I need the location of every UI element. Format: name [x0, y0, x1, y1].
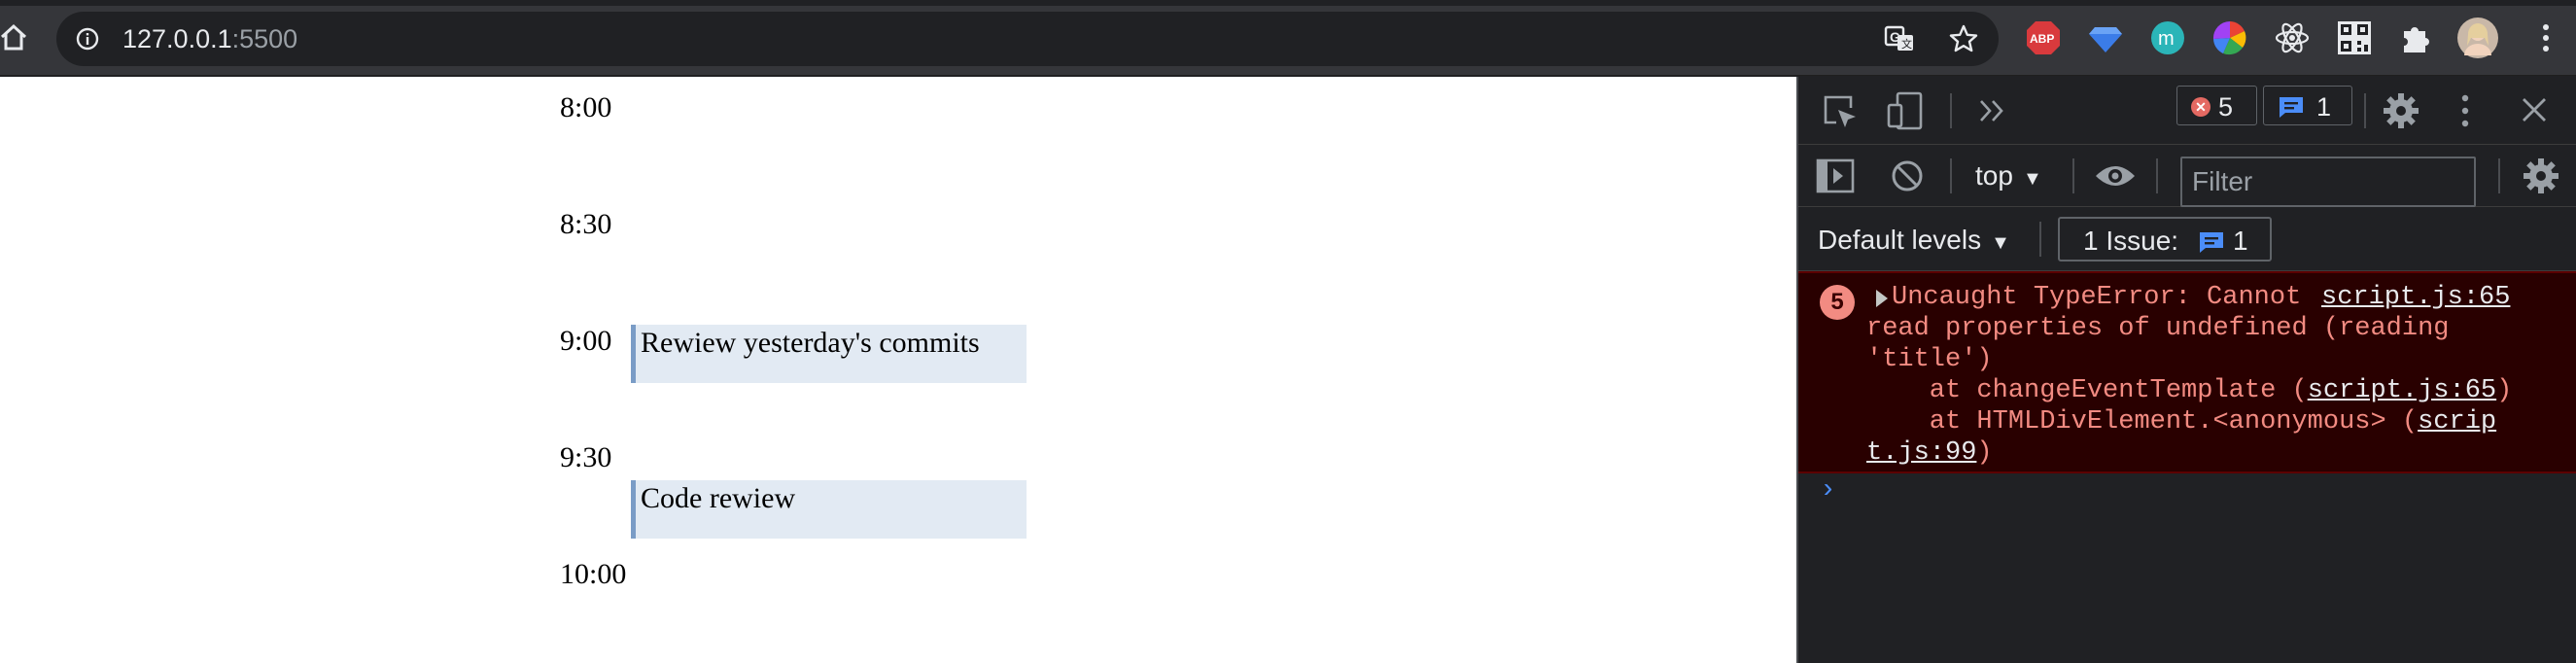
time-label: 8:00 — [560, 91, 612, 123]
error-text-line: Uncaught TypeError: Cannot — [1892, 283, 2302, 312]
m-extension-icon[interactable]: m — [2149, 19, 2186, 56]
calendar-event[interactable]: Rewiew yesterday's commits — [631, 325, 1027, 383]
message-count-badge[interactable]: 1 — [2263, 86, 2352, 125]
levels-label: Default levels — [1818, 225, 1982, 255]
svg-text:ABP: ABP — [2030, 32, 2054, 46]
toolbar-separator — [2072, 158, 2074, 193]
inspect-element-icon[interactable] — [1822, 93, 1859, 135]
issues-count: 1 — [2233, 226, 2248, 256]
svg-text:m: m — [2158, 28, 2175, 50]
settings-gear-icon[interactable] — [2382, 91, 2420, 135]
toolbar-separator — [2156, 158, 2158, 193]
home-icon[interactable] — [0, 19, 29, 56]
toolbar-separator — [2364, 93, 2366, 128]
address-bar[interactable]: 127.0.0.1:5500 G文 — [56, 12, 1999, 66]
translate-icon[interactable]: G文 — [1884, 23, 1915, 54]
log-levels-dropdown[interactable]: Default levels ▼ — [1818, 225, 2010, 256]
time-label: 9:30 — [560, 441, 612, 473]
issues-button[interactable]: 1 Issue: 1 — [2058, 217, 2272, 262]
device-toolbar-icon[interactable] — [1886, 91, 1925, 135]
chevron-down-icon: ▼ — [1991, 232, 2010, 254]
site-info-icon[interactable] — [76, 27, 99, 51]
toolbar-separator — [1950, 93, 1952, 128]
time-label: 8:30 — [560, 208, 612, 240]
message-icon — [2278, 95, 2305, 123]
url-port: :5500 — [231, 24, 298, 53]
filter-input[interactable] — [2192, 166, 2464, 197]
expand-triangle-icon[interactable] — [1876, 290, 1888, 307]
message-count: 1 — [2316, 92, 2332, 122]
close-devtools-icon[interactable] — [2520, 95, 2549, 129]
browser-toolbar: 127.0.0.1:5500 G文 ABP m — [0, 0, 2576, 76]
error-count: 5 — [2218, 92, 2234, 122]
stack-frame: at HTMLDivElement.<anonymous> (scrip — [1866, 407, 2496, 436]
console-levels-bar: Default levels ▼ 1 Issue: 1 — [1798, 207, 2576, 271]
toolbar-separator — [2498, 158, 2500, 193]
devtools-panel: ✕ 5 1 top ▼ Filter Default levels ▼ 1 Is… — [1796, 77, 2576, 663]
stack-frame-text: at changeEventTemplate ( — [1866, 376, 2308, 405]
adblock-plus-icon[interactable]: ABP — [2025, 19, 2062, 56]
live-expression-eye-icon[interactable] — [2094, 162, 2137, 194]
error-icon: ✕ — [2191, 97, 2210, 117]
show-sidebar-icon[interactable] — [1816, 158, 1855, 198]
devtools-main-toolbar: ✕ 5 1 — [1798, 77, 2576, 145]
console-prompt[interactable]: › — [1820, 475, 1836, 506]
qr-code-icon[interactable] — [2336, 19, 2373, 56]
react-devtools-icon[interactable] — [2274, 19, 2311, 56]
calendar-event[interactable]: Code rewiew — [631, 480, 1027, 539]
stack-frame-text: at HTMLDivElement.<anonymous> ( — [1866, 407, 2419, 436]
profile-avatar[interactable] — [2456, 17, 2499, 59]
error-count-badge[interactable]: ✕ 5 — [2176, 86, 2257, 125]
extensions-puzzle-icon[interactable] — [2398, 19, 2435, 56]
console-settings-gear-icon[interactable] — [2522, 157, 2560, 200]
stack-frame-link[interactable]: scrip — [2418, 407, 2496, 436]
error-text-line: read properties of undefined (reading — [1866, 314, 2450, 343]
stack-frame-link[interactable]: script.js:65 — [2308, 376, 2496, 405]
time-label: 9:00 — [560, 325, 612, 357]
execution-context-select[interactable]: top ▼ — [1975, 160, 2042, 192]
error-text-line: 'title') — [1866, 345, 1993, 374]
url-host: 127.0.0.1 — [122, 24, 232, 53]
issue-message-icon — [2198, 230, 2225, 259]
event-title: Rewiew yesterday's commits — [641, 327, 980, 359]
svg-text:文: 文 — [1901, 37, 1912, 51]
devtools-menu-kebab-icon[interactable] — [2455, 91, 2475, 135]
repeat-count-badge: 5 — [1820, 285, 1855, 320]
tab-strip — [0, 0, 2576, 6]
console-toolbar: top ▼ — [1798, 145, 2576, 207]
chevron-down-icon: ▼ — [2022, 168, 2042, 190]
stack-frame-link[interactable]: t.js:99 — [1866, 438, 1976, 468]
page-viewport: 8:00 8:30 9:00 9:30 10:00 Rewiew yesterd… — [0, 77, 1796, 663]
stack-frame: at changeEventTemplate (script.js:65) — [1866, 376, 2513, 405]
clear-console-icon[interactable] — [1890, 158, 1925, 198]
stack-frame-text: ) — [1976, 438, 1993, 468]
stack-frame: t.js:99) — [1866, 438, 1993, 468]
console-error-message[interactable]: 5 Uncaught TypeError: Cannot script.js:6… — [1798, 271, 2576, 473]
event-title: Code rewiew — [641, 482, 796, 514]
issues-label: 1 Issue: — [2083, 226, 2179, 256]
toolbar-separator — [2039, 222, 2041, 257]
error-source-link[interactable]: script.js:65 — [2321, 283, 2510, 312]
context-value: top — [1975, 160, 2013, 191]
gem-extension-icon[interactable] — [2087, 19, 2124, 56]
filter-field[interactable] — [2180, 157, 2476, 207]
time-label: 10:00 — [560, 558, 627, 590]
stack-frame-text: ) — [2496, 376, 2513, 405]
color-picker-icon[interactable] — [2211, 19, 2248, 56]
url-text: 127.0.0.1:5500 — [122, 24, 297, 54]
menu-kebab-icon[interactable] — [2527, 19, 2564, 56]
more-tabs-chevron-icon[interactable] — [1977, 96, 2008, 130]
toolbar-separator — [1950, 158, 1952, 193]
bookmark-star-icon[interactable] — [1948, 23, 1979, 54]
